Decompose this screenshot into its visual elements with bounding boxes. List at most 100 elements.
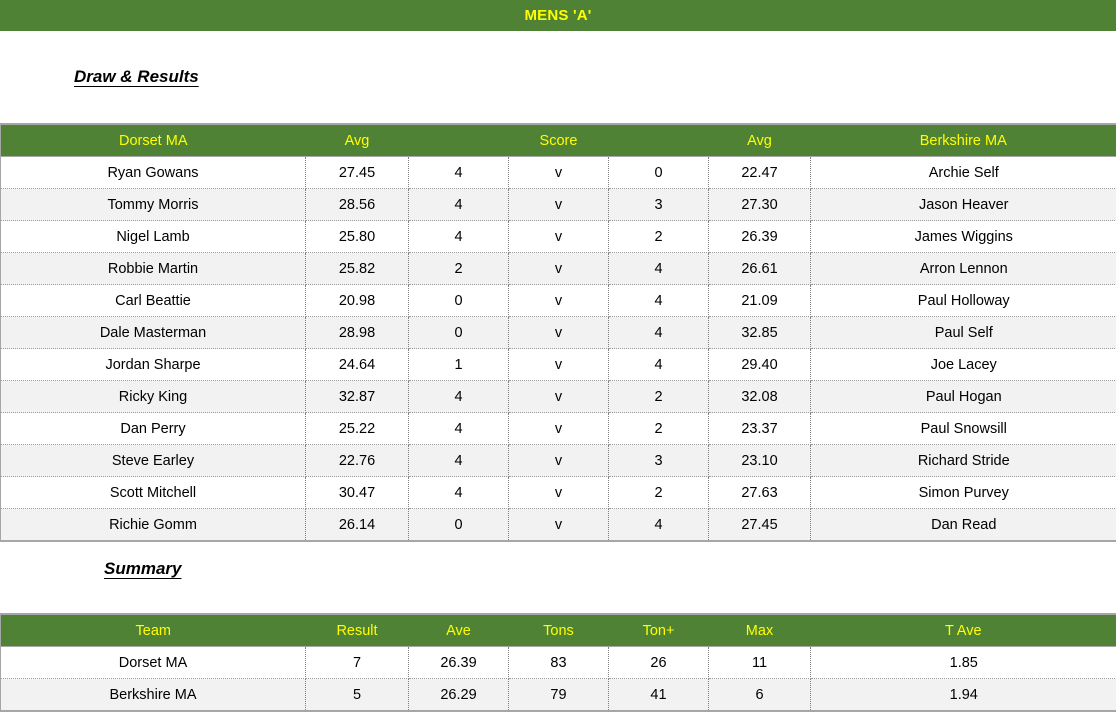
- away-player-name: Joe Lacey: [811, 349, 1116, 381]
- away-legs-won: 3: [609, 189, 709, 221]
- versus-label: v: [509, 317, 609, 349]
- home-player-name: Nigel Lamb: [1, 221, 306, 253]
- home-average: 25.80: [306, 221, 409, 253]
- table-row: Dorset MA 7 26.39 83 26 11 1.85: [1, 647, 1116, 679]
- home-player-name: Jordan Sharpe: [1, 349, 306, 381]
- home-legs-won: 4: [409, 413, 509, 445]
- away-legs-won: 2: [609, 381, 709, 413]
- away-legs-won: 4: [609, 349, 709, 381]
- away-average: 23.37: [709, 413, 811, 445]
- away-legs-won: 4: [609, 285, 709, 317]
- draw-header-home-score: [409, 124, 509, 157]
- table-row: Tommy Morris 28.56 4 v 3 27.30 Jason Hea…: [1, 189, 1116, 221]
- home-player-name: Scott Mitchell: [1, 477, 306, 509]
- home-legs-won: 4: [409, 221, 509, 253]
- table-row: Dan Perry 25.22 4 v 2 23.37 Paul Snowsil…: [1, 413, 1116, 445]
- away-legs-won: 3: [609, 445, 709, 477]
- summary-team-name: Dorset MA: [1, 647, 306, 679]
- summary-table-body: Dorset MA 7 26.39 83 26 11 1.85 Berkshir…: [1, 647, 1116, 712]
- home-legs-won: 4: [409, 189, 509, 221]
- away-average: 27.63: [709, 477, 811, 509]
- versus-label: v: [509, 413, 609, 445]
- away-legs-won: 2: [609, 221, 709, 253]
- summary-header-t-ave: T Ave: [811, 614, 1116, 647]
- home-player-name: Ryan Gowans: [1, 157, 306, 189]
- home-average: 22.76: [306, 445, 409, 477]
- away-player-name: Richard Stride: [811, 445, 1116, 477]
- versus-label: v: [509, 189, 609, 221]
- home-legs-won: 0: [409, 285, 509, 317]
- home-legs-won: 2: [409, 253, 509, 285]
- away-average: 23.10: [709, 445, 811, 477]
- home-average: 24.64: [306, 349, 409, 381]
- draw-header-away-avg: Avg: [709, 124, 811, 157]
- summary-header-max: Max: [709, 614, 811, 647]
- home-average: 20.98: [306, 285, 409, 317]
- summary-average: 26.39: [409, 647, 509, 679]
- home-legs-won: 4: [409, 381, 509, 413]
- summary-tons: 79: [509, 679, 609, 712]
- away-average: 32.08: [709, 381, 811, 413]
- table-row: Ricky King 32.87 4 v 2 32.08 Paul Hogan: [1, 381, 1116, 413]
- away-player-name: Paul Snowsill: [811, 413, 1116, 445]
- away-average: 22.47: [709, 157, 811, 189]
- away-player-name: Paul Hogan: [811, 381, 1116, 413]
- summary-heading: Summary: [104, 559, 181, 579]
- away-legs-won: 2: [609, 413, 709, 445]
- summary-header-team: Team: [1, 614, 306, 647]
- summary-average: 26.29: [409, 679, 509, 712]
- away-average: 27.30: [709, 189, 811, 221]
- home-average: 28.56: [306, 189, 409, 221]
- home-player-name: Dan Perry: [1, 413, 306, 445]
- home-average: 25.22: [306, 413, 409, 445]
- home-player-name: Tommy Morris: [1, 189, 306, 221]
- away-player-name: Paul Self: [811, 317, 1116, 349]
- versus-label: v: [509, 285, 609, 317]
- home-legs-won: 0: [409, 317, 509, 349]
- home-legs-won: 0: [409, 509, 509, 542]
- home-player-name: Robbie Martin: [1, 253, 306, 285]
- table-row: Richie Gomm 26.14 0 v 4 27.45 Dan Read: [1, 509, 1116, 542]
- summary-header-ton-plus: Ton+: [609, 614, 709, 647]
- versus-label: v: [509, 221, 609, 253]
- home-player-name: Steve Earley: [1, 445, 306, 477]
- draw-header-home-team: Dorset MA: [1, 124, 306, 157]
- home-average: 32.87: [306, 381, 409, 413]
- summary-result: 5: [306, 679, 409, 712]
- table-row: Steve Earley 22.76 4 v 3 23.10 Richard S…: [1, 445, 1116, 477]
- home-player-name: Ricky King: [1, 381, 306, 413]
- home-average: 30.47: [306, 477, 409, 509]
- away-player-name: Archie Self: [811, 157, 1116, 189]
- summary-tons: 83: [509, 647, 609, 679]
- away-legs-won: 4: [609, 509, 709, 542]
- home-player-name: Carl Beattie: [1, 285, 306, 317]
- draw-results-heading: Draw & Results: [74, 67, 199, 87]
- draw-header-away-score: [609, 124, 709, 157]
- away-player-name: Arron Lennon: [811, 253, 1116, 285]
- home-average: 25.82: [306, 253, 409, 285]
- summary-t-average: 1.85: [811, 647, 1116, 679]
- summary-ton-plus: 41: [609, 679, 709, 712]
- away-average: 26.61: [709, 253, 811, 285]
- summary-team-name: Berkshire MA: [1, 679, 306, 712]
- home-legs-won: 4: [409, 445, 509, 477]
- home-player-name: Richie Gomm: [1, 509, 306, 542]
- summary-t-average: 1.94: [811, 679, 1116, 712]
- draw-header-score: Score: [509, 124, 609, 157]
- summary-header-ave: Ave: [409, 614, 509, 647]
- versus-label: v: [509, 477, 609, 509]
- home-player-name: Dale Masterman: [1, 317, 306, 349]
- page-title: MENS 'A': [524, 7, 591, 24]
- versus-label: v: [509, 157, 609, 189]
- draw-results-table: Dorset MA Avg Score Avg Berkshire MA Rya…: [0, 123, 1116, 542]
- table-row: Berkshire MA 5 26.29 79 41 6 1.94: [1, 679, 1116, 712]
- home-legs-won: 1: [409, 349, 509, 381]
- versus-label: v: [509, 381, 609, 413]
- away-legs-won: 4: [609, 253, 709, 285]
- away-average: 29.40: [709, 349, 811, 381]
- table-row: Ryan Gowans 27.45 4 v 0 22.47 Archie Sel…: [1, 157, 1116, 189]
- draw-header-home-avg: Avg: [306, 124, 409, 157]
- table-row: Carl Beattie 20.98 0 v 4 21.09 Paul Holl…: [1, 285, 1116, 317]
- away-average: 26.39: [709, 221, 811, 253]
- versus-label: v: [509, 445, 609, 477]
